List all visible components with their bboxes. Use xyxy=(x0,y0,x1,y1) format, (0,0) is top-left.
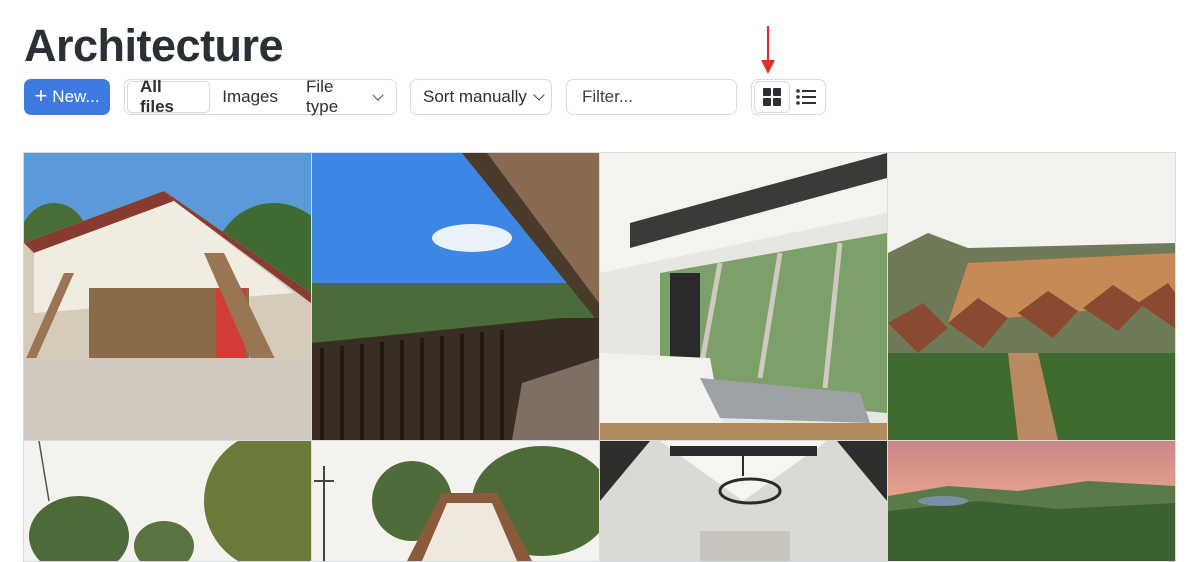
grid-icon xyxy=(762,88,781,106)
tab-images-label: Images xyxy=(222,87,279,106)
plus-icon: + xyxy=(34,83,48,108)
new-button[interactable]: + New... xyxy=(24,79,110,115)
view-mode-toggle xyxy=(751,79,826,115)
file-type-segmented-control: All files Images File type xyxy=(124,77,397,116)
grid-view-button[interactable] xyxy=(754,81,790,113)
tab-file-type-label: File type xyxy=(306,77,339,116)
image-tile[interactable] xyxy=(312,441,599,561)
tab-file-type[interactable]: File type xyxy=(290,77,394,116)
list-view-button[interactable] xyxy=(790,82,824,112)
image-grid xyxy=(23,152,1176,562)
page-title: Architecture xyxy=(24,20,284,71)
list-icon xyxy=(796,89,817,105)
tab-all-files[interactable]: All files xyxy=(127,77,211,116)
tab-all-files-label: All files xyxy=(140,77,175,116)
filter-placeholder: Filter... xyxy=(582,87,634,106)
image-tile[interactable] xyxy=(24,441,311,561)
sort-label: Sort manually xyxy=(423,87,527,106)
sort-dropdown[interactable]: Sort manually xyxy=(410,79,552,115)
image-tile[interactable] xyxy=(888,441,1175,561)
chevron-down-icon xyxy=(533,89,545,101)
image-tile[interactable] xyxy=(888,153,1175,440)
annotation-arrow xyxy=(761,26,775,74)
image-tile[interactable] xyxy=(600,153,887,440)
image-tile[interactable] xyxy=(312,153,599,440)
image-tile[interactable] xyxy=(600,441,887,561)
new-button-label: New... xyxy=(52,87,100,106)
tab-images[interactable]: Images xyxy=(210,82,290,112)
image-tile[interactable] xyxy=(24,153,311,440)
chevron-down-icon xyxy=(372,89,384,101)
filter-input[interactable]: Filter... xyxy=(566,79,737,115)
